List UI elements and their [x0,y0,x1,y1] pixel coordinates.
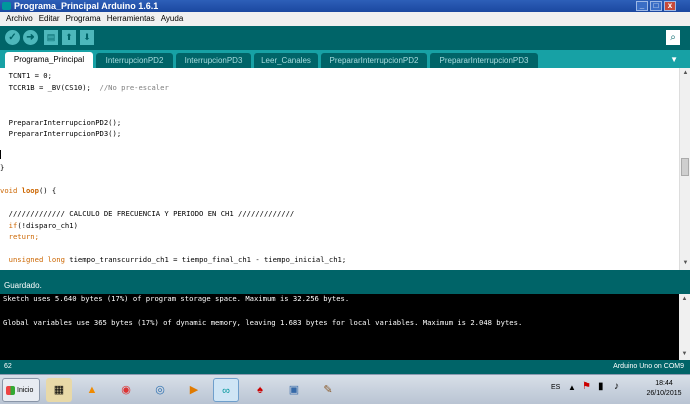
open-button[interactable]: ⬆ [62,30,76,45]
code-line: if(!disparo_ch1) [0,221,78,231]
start-button[interactable]: Inicio [2,378,40,402]
start-label: Inicio [17,387,34,394]
network-icon[interactable]: ◎ [147,378,173,402]
tab-menu-icon[interactable]: ▼ [670,55,678,64]
toolbar: ✓ ➜ ▤ ⬆ ⬇ ⌕ [0,26,690,50]
save-button[interactable]: ⬇ [80,30,94,45]
code-editor[interactable]: TCNT1 = 0; TCCR1B = _BV(CS10); //No pre-… [0,68,679,270]
vlc-icon[interactable]: ▲ [79,378,105,402]
alert-icon[interactable]: ⚑ [582,381,591,392]
line-number: 62 [4,363,12,370]
board-port: Arduino Uno on COM9 [613,363,684,370]
taskbar: Inicio ▦ ▲ ◉ ◎ ▶ ∞ ♠ ▣ ✎ ES ▲ ⚑ ▮ ♪ 18:4… [0,374,690,404]
explorer-icon[interactable]: ▦ [46,378,72,402]
code-line: TCCR1B = _BV(CS10); //No pre-escaler [0,83,169,93]
menu-bar: Archivo Editar Programa Herramientas Ayu… [0,12,690,26]
code-line: TCNT1 = 0; [0,71,52,80]
paint-icon[interactable]: ✎ [315,378,341,402]
window-title: Programa_Principal Arduino 1.6.1 [14,1,159,11]
scroll-up-icon[interactable]: ▲ [680,295,689,304]
arduino-icon[interactable]: ∞ [213,378,239,402]
serial-monitor-button[interactable]: ⌕ [666,30,680,45]
menu-herramientas[interactable]: Herramientas [104,12,158,26]
verify-button[interactable]: ✓ [5,30,20,45]
code-line: void loop() { [0,186,56,196]
arduino-logo-icon [2,2,11,10]
code-text: (!disparo_ch1) [17,221,78,230]
image-viewer-icon[interactable]: ▣ [281,378,307,402]
code-line: } [0,163,5,172]
code-line: return; [0,232,39,242]
tab-programa-principal[interactable]: Programa_Principal [5,52,93,68]
tab-preparar-interrupcion-pd2[interactable]: PrepararInterrupcionPD2 [321,53,427,68]
scroll-up-icon[interactable]: ▲ [681,69,690,78]
tray-expand-icon[interactable]: ▲ [568,383,576,392]
code-keyword: unsigned long [0,255,65,264]
language-indicator[interactable]: ES [551,384,560,391]
code-line: PrepararInterrupcionPD3(); [0,129,122,138]
console-line: Sketch uses 5.640 bytes (17%) of program… [3,294,350,303]
windows-logo-icon [6,386,15,395]
tab-interrupcion-pd3[interactable]: InterrupcionPD3 [176,53,251,68]
menu-ayuda[interactable]: Ayuda [158,12,187,26]
new-button[interactable]: ▤ [44,30,58,45]
code-line: unsigned long tiempo_transcurrido_ch1 = … [0,255,347,265]
menu-editar[interactable]: Editar [36,12,63,26]
code-text: () { [38,186,57,195]
minimize-button[interactable]: _ [636,1,648,11]
editor-scrollbar[interactable]: ▲ ▼ [679,68,690,270]
chrome-icon[interactable]: ◉ [113,378,139,402]
code-line: ///////////// CALCULO DE FRECUENCIA Y PE… [0,209,295,218]
title-bar: Programa_Principal Arduino 1.6.1 _ □ x [0,0,690,12]
console-output: Sketch uses 5.640 bytes (17%) of program… [0,294,679,360]
tab-interrupcion-pd2[interactable]: InterrupcionPD2 [96,53,173,68]
scroll-down-icon[interactable]: ▼ [680,350,689,359]
arduino-ide-window: Programa_Principal Arduino 1.6.1 _ □ x A… [0,0,690,404]
code-keyword: void [0,186,18,195]
scroll-thumb[interactable] [681,158,689,176]
code-keyword: return; [0,232,39,241]
maximize-button[interactable]: □ [650,1,662,11]
media-player-icon[interactable]: ▶ [181,378,207,402]
text-caret [0,150,1,159]
code-function: loop [17,186,39,195]
tab-leer-canales[interactable]: Leer_Canales [254,53,318,68]
menu-archivo[interactable]: Archivo [3,12,36,26]
volume-icon[interactable]: ♪ [614,381,619,392]
code-keyword: if [0,221,18,230]
tab-bar: Programa_Principal InterrupcionPD2 Inter… [0,50,690,68]
tab-preparar-interrupcion-pd3[interactable]: PrepararInterrupcionPD3 [430,53,538,68]
panel-divider[interactable] [0,270,690,278]
code-line: PrepararInterrupcionPD2(); [0,118,122,127]
clock-time: 18:44 [655,380,673,387]
close-button[interactable]: x [664,1,676,11]
code-text: TCCR1B = _BV(CS10); [0,83,100,92]
code-text: tiempo_transcurrido_ch1 = tiempo_final_c… [64,255,347,264]
scroll-down-icon[interactable]: ▼ [681,259,690,268]
console-scrollbar[interactable]: ▲ ▼ [679,294,690,360]
bottom-status-bar: 62 Arduino Uno on COM9 [0,360,690,374]
status-message: Guardado. [0,278,690,294]
menu-programa[interactable]: Programa [63,12,104,26]
clock[interactable]: 18:44 26/10/2015 [640,379,688,399]
console-line: Global variables use 365 bytes (17%) of … [3,318,523,327]
acrobat-icon[interactable]: ♠ [247,378,273,402]
network-status-icon[interactable]: ▮ [598,381,604,392]
clock-date: 26/10/2015 [646,390,682,397]
code-comment: //No pre-escaler [99,83,169,92]
upload-button[interactable]: ➜ [23,30,38,45]
